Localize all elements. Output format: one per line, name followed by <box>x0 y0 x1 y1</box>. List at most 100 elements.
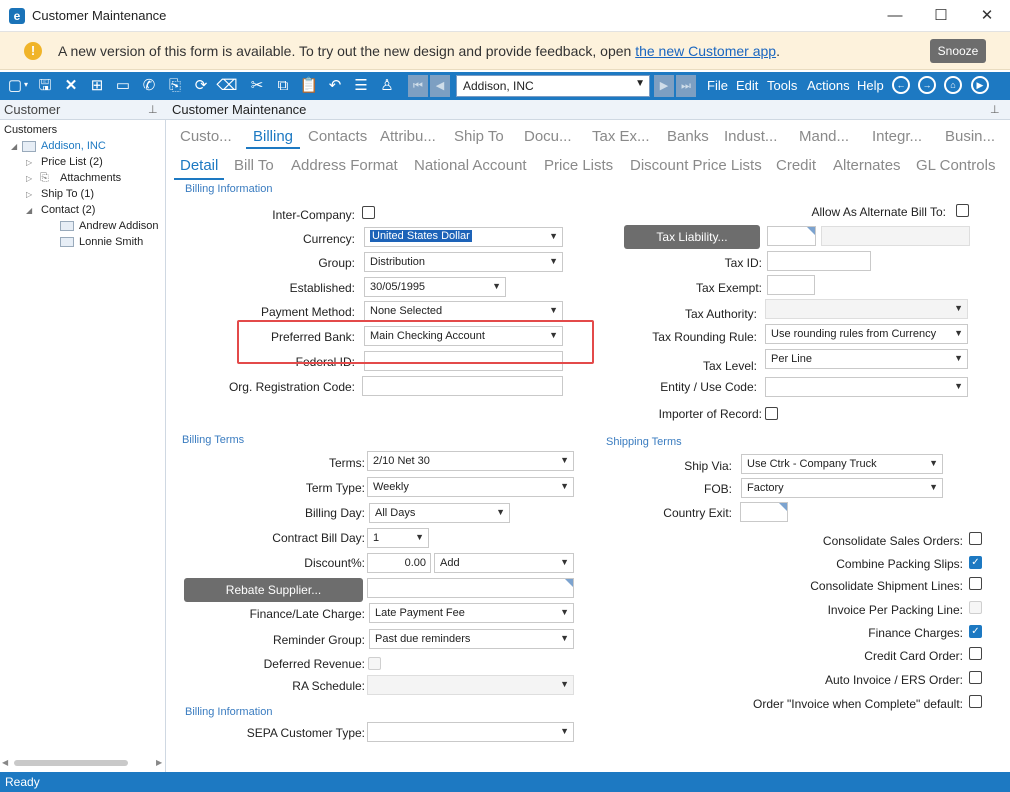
finance-late-charge-select[interactable]: Late Payment Fee ▼ <box>369 603 574 623</box>
tab-address-format[interactable]: Address Format <box>291 157 398 174</box>
tree-attachments[interactable]: Attachments <box>60 172 121 184</box>
tax-liability-input[interactable] <box>767 226 816 246</box>
book-icon[interactable]: ⊞ <box>86 75 108 97</box>
expand-icon[interactable]: ▷ <box>26 158 32 167</box>
clear-icon[interactable]: ⌫ <box>216 75 238 97</box>
tree-contact[interactable]: Contact (2) <box>41 204 95 216</box>
tab-alternates[interactable]: Alternates <box>833 157 901 174</box>
record-navigator-combo[interactable]: Addison, INC ▼ <box>456 75 650 97</box>
chevron-down-icon[interactable]: ▼ <box>549 256 558 266</box>
ship-via-select[interactable]: Use Ctrk - Company Truck ▼ <box>741 454 943 474</box>
tax-id-input[interactable] <box>767 251 871 271</box>
pin-icon[interactable]: ⊥ <box>990 103 1000 116</box>
tax-level-select[interactable]: Per Line ▼ <box>765 349 968 369</box>
users-icon[interactable]: ♙ <box>376 75 398 97</box>
collapse-icon[interactable]: ◢ <box>11 142 17 151</box>
deferred-revenue-checkbox[interactable] <box>368 657 381 670</box>
pin-icon[interactable]: ⊥ <box>148 103 158 116</box>
tree-contact-2[interactable]: Lonnie Smith <box>79 236 143 248</box>
tab-customer[interactable]: Custo... <box>180 128 232 145</box>
chevron-down-icon[interactable]: ▼ <box>492 281 501 291</box>
reminder-group-select[interactable]: Past due reminders ▼ <box>369 629 574 649</box>
attach-icon[interactable]: ⎘ <box>164 75 186 97</box>
menu-file[interactable]: File <box>707 78 728 93</box>
chevron-down-icon[interactable]: ▼ <box>954 353 963 363</box>
previous-record-icon[interactable]: ◀ <box>430 75 450 97</box>
terms-select[interactable]: 2/10 Net 30 ▼ <box>367 451 574 471</box>
tab-credit[interactable]: Credit <box>776 157 816 174</box>
tab-attributes[interactable]: Attribu... <box>380 128 436 145</box>
tab-discount-price-lists[interactable]: Discount Price Lists <box>630 157 762 174</box>
tab-gl-controls[interactable]: GL Controls <box>916 157 995 174</box>
cut-icon[interactable]: ✂ <box>246 75 268 97</box>
order-invoice-default-checkbox[interactable] <box>969 695 982 708</box>
sepa-customer-type-select[interactable]: ▼ <box>367 722 574 742</box>
tab-business[interactable]: Busin... <box>945 128 995 145</box>
back-icon[interactable]: ← <box>892 76 910 94</box>
tab-documents[interactable]: Docu... <box>524 128 572 145</box>
menu-edit[interactable]: Edit <box>736 78 758 93</box>
chevron-down-icon[interactable]: ▼ <box>635 78 645 89</box>
undo-icon[interactable]: ↶ <box>324 75 346 97</box>
inter-company-checkbox[interactable] <box>362 206 375 219</box>
billing-day-select[interactable]: All Days ▼ <box>369 503 510 523</box>
entity-use-code-select[interactable]: ▼ <box>765 377 968 397</box>
tab-mandates[interactable]: Mand... <box>799 128 849 145</box>
chevron-down-icon[interactable]: ▼ <box>954 328 963 338</box>
next-record-icon[interactable]: ▶ <box>654 75 674 97</box>
new-dropdown-icon[interactable]: ▾ <box>24 80 28 89</box>
country-exit-input[interactable] <box>740 502 788 522</box>
tab-bill-to[interactable]: Bill To <box>234 157 274 174</box>
credit-card-order-checkbox[interactable] <box>969 647 982 660</box>
org-registration-input[interactable] <box>362 376 563 396</box>
horizontal-scrollbar[interactable] <box>14 760 128 766</box>
chevron-down-icon[interactable]: ▼ <box>929 482 938 492</box>
new-icon[interactable]: ▢ <box>4 75 26 97</box>
tab-industry[interactable]: Indust... <box>724 128 777 145</box>
chevron-down-icon[interactable]: ▼ <box>549 231 558 241</box>
maximize-button[interactable]: ☐ <box>918 0 964 32</box>
term-type-select[interactable]: Weekly ▼ <box>367 477 574 497</box>
chevron-down-icon[interactable]: ▼ <box>560 726 569 736</box>
tab-contacts[interactable]: Contacts <box>308 128 367 145</box>
phone-icon[interactable]: ✆ <box>138 75 160 97</box>
refresh-icon[interactable]: ⟳ <box>190 75 212 97</box>
last-record-icon[interactable]: ⏭ <box>676 75 696 97</box>
save-icon[interactable]: 🖫 <box>34 75 56 97</box>
tree-contact-1[interactable]: Andrew Addison <box>79 220 159 232</box>
tab-national-account[interactable]: National Account <box>414 157 527 174</box>
consolidate-sales-orders-checkbox[interactable] <box>969 532 982 545</box>
discount-mode-select[interactable]: Add ▼ <box>434 553 574 573</box>
ra-schedule-select[interactable]: ▼ <box>367 675 574 695</box>
chevron-down-icon[interactable]: ▼ <box>560 455 569 465</box>
tax-exempt-input[interactable] <box>767 275 815 295</box>
tab-integration[interactable]: Integr... <box>872 128 922 145</box>
close-button[interactable]: ✕ <box>964 0 1010 32</box>
currency-select[interactable]: United States Dollar ▼ <box>364 227 563 247</box>
group-select[interactable]: Distribution ▼ <box>364 252 563 272</box>
delete-icon[interactable]: ✕ <box>60 75 82 97</box>
chevron-down-icon[interactable]: ▼ <box>560 679 569 689</box>
tab-billing[interactable]: Billing <box>253 128 293 145</box>
allow-alternate-bill-to-checkbox[interactable] <box>956 204 969 217</box>
contract-bill-day-select[interactable]: 1 ▼ <box>367 528 429 548</box>
consolidate-shipment-lines-checkbox[interactable] <box>969 577 982 590</box>
tax-authority-select[interactable]: ▼ <box>765 299 968 319</box>
tab-price-lists[interactable]: Price Lists <box>544 157 613 174</box>
expand-icon[interactable]: ▷ <box>26 174 32 183</box>
scroll-right-icon[interactable]: ▶ <box>156 758 162 767</box>
chevron-down-icon[interactable]: ▼ <box>560 607 569 617</box>
chevron-down-icon[interactable]: ▼ <box>929 458 938 468</box>
minimize-button[interactable]: — <box>872 0 918 32</box>
tab-banks[interactable]: Banks <box>667 128 709 145</box>
invoice-per-packing-line-checkbox[interactable] <box>969 601 982 614</box>
chevron-down-icon[interactable]: ▼ <box>415 532 424 542</box>
menu-help[interactable]: Help <box>857 78 884 93</box>
clipboard-icon[interactable]: ☰ <box>350 75 372 97</box>
discount-input[interactable]: 0.00 <box>367 553 431 573</box>
tax-rounding-select[interactable]: Use rounding rules from Currency ▼ <box>765 324 968 344</box>
payment-method-select[interactable]: None Selected ▼ <box>364 301 563 321</box>
play-icon[interactable]: ▶ <box>971 76 989 94</box>
finance-charges-checkbox[interactable]: ✓ <box>969 625 982 638</box>
paste-icon[interactable]: 📋 <box>298 75 320 97</box>
